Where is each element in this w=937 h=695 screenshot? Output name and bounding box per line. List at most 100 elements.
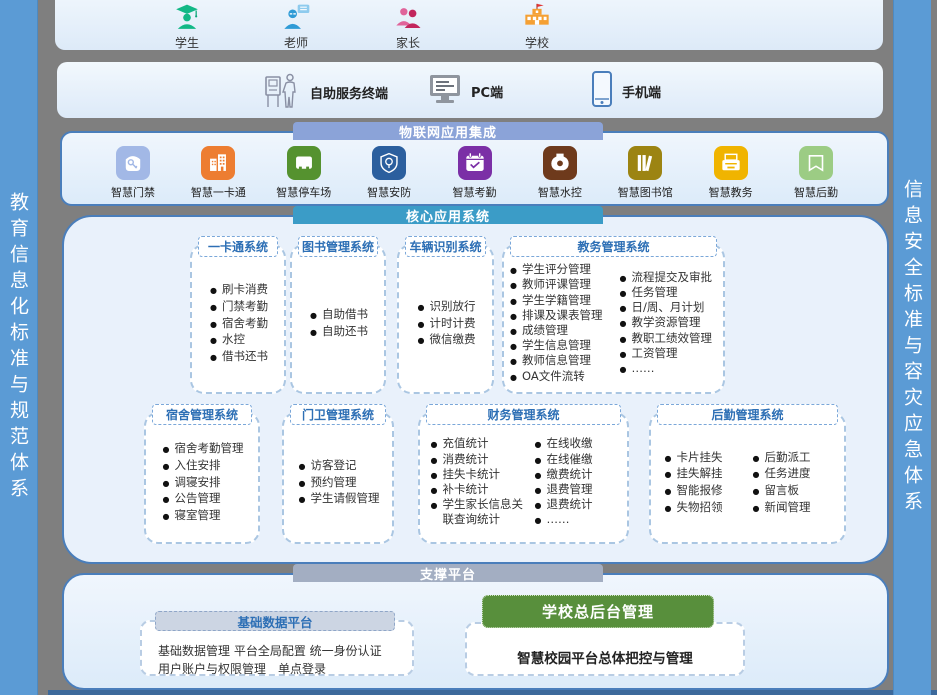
list-item: ●学生学籍管理 [508, 293, 612, 308]
base-data-platform-title: 基础数据平台 [155, 611, 395, 631]
list-item: ●调寝安排 [161, 474, 244, 491]
list-item: ●公告管理 [161, 490, 244, 507]
teacher-icon [251, 3, 341, 33]
list-item: ●学生评分管理 [508, 262, 612, 277]
list-item: ●消费统计 [429, 452, 527, 467]
iot-label: 智慧考勤 [434, 184, 516, 200]
shield-icon [372, 146, 406, 180]
books-icon [628, 146, 662, 180]
core-band: 一卡通系统 ●刷卡消费●门禁考勤●宿舍考勤●水控●借书还书 图书管理系统 ●自助… [62, 215, 889, 564]
system-finance: 财务管理系统 ●充值统计●消费统计●挂失卡统计●补卡统计●学生家长信息关联查询统… [418, 412, 629, 544]
list-item: ●任务进度 [751, 465, 833, 482]
building-icon [201, 146, 235, 180]
card-printer-icon [714, 146, 748, 180]
system-title: 门卫管理系统 [290, 404, 386, 425]
system-library: 图书管理系统 ●自助借书●自助还书 [290, 244, 386, 394]
iot-access-control: 智慧门禁 [92, 146, 174, 200]
list-item: ●后勤派工 [751, 449, 833, 466]
user-label: 老师 [251, 34, 341, 51]
list-item: ●宿舍考勤管理 [161, 440, 244, 457]
iot-label: 智慧后勤 [775, 184, 857, 200]
system-title: 后勤管理系统 [657, 404, 838, 425]
system-title: 财务管理系统 [426, 404, 621, 425]
list-item: ●OA文件流转 [508, 369, 612, 384]
terminal-label: 手机端 [622, 82, 661, 101]
list-item: ●在线催缴 [533, 452, 619, 467]
terminal-label: 自助服务终端 [310, 83, 388, 102]
terminal-label: PC端 [471, 82, 503, 101]
list-item: ●日/周、月计划 [618, 300, 720, 315]
list-item: ●教师评课管理 [508, 277, 612, 292]
system-title: 一卡通系统 [198, 236, 278, 257]
iot-label: 智慧停车场 [263, 184, 345, 200]
iot-label: 智慧一卡通 [177, 184, 259, 200]
list-item: ●退费统计 [533, 497, 619, 512]
iot-library: 智慧图书馆 [604, 146, 686, 200]
list-item: ●借书还书 [208, 348, 268, 365]
system-dorm: 宿舍管理系统 ●宿舍考勤管理●入住安排●调寝安排●公告管理●寝室管理 [144, 412, 260, 544]
system-title: 车辆识别系统 [405, 236, 486, 257]
user-label: 家长 [363, 34, 453, 51]
terminal-phone: 手机端 [590, 70, 661, 112]
smart-campus-architecture-diagram: 教育信息化标准与规范体系 信息安全标准与容灾应急体系 学生 [0, 0, 937, 695]
list-item: ●水控 [208, 331, 268, 348]
terminal-kiosk: 自助服务终端 [262, 69, 388, 115]
base-platform-line: 基础数据管理 平台全局配置 统一身份认证 [158, 642, 398, 660]
calendar-check-icon [458, 146, 492, 180]
list-item: ●充值统计 [429, 436, 527, 451]
users-band: 学生 老师 [55, 0, 883, 50]
user-parents: 家长 [363, 3, 453, 51]
parents-icon [363, 3, 453, 33]
list-item: ●在线收缴 [533, 436, 619, 451]
water-jar-icon [543, 146, 577, 180]
base-platform-line: 用户账户与权限管理 单点登录 [158, 660, 398, 678]
student-icon [142, 3, 232, 33]
list-item: ●宿舍考勤 [208, 315, 268, 332]
iot-academic: 智慧教务 [690, 146, 772, 200]
right-standard-bar: 信息安全标准与容灾应急体系 [893, 0, 931, 695]
system-academic: 教务管理系统 ●学生评分管理●教师评课管理●学生学籍管理●排课及课表管理●成绩管… [502, 244, 725, 394]
list-item: ●退费管理 [533, 482, 619, 497]
iot-icon-row: 智慧门禁 智慧一卡通 [92, 146, 857, 200]
list-item: ●教师信息管理 [508, 353, 612, 368]
terminals-band: 自助服务终端 PC端 [57, 62, 883, 118]
system-title: 宿舍管理系统 [152, 404, 252, 425]
terminal-pc: PC端 [427, 72, 503, 110]
system-gate: 门卫管理系统 ●访客登记●预约管理●学生请假管理 [282, 412, 394, 544]
list-item: ●识别放行 [416, 298, 476, 315]
user-label: 学校 [492, 34, 582, 51]
support-band: 基础数据平台 基础数据管理 平台全局配置 统一身份认证 用户账户与权限管理 单点… [62, 573, 889, 690]
kiosk-icon [262, 69, 302, 115]
list-item: ●计时计费 [416, 315, 476, 332]
iot-parking: 智慧停车场 [263, 146, 345, 200]
parking-card-icon [287, 146, 321, 180]
list-item: ●成绩管理 [508, 323, 612, 338]
system-logistics: 后勤管理系统 ●卡片挂失●挂失解挂●智能报修●失物招领 ●后勤派工●任务进度●留… [649, 412, 846, 544]
admin-box: 智慧校园平台总体把控与管理 [465, 622, 745, 676]
list-item: ●缴费统计 [533, 467, 619, 482]
core-banner: 核心应用系统 [293, 206, 603, 224]
list-item: ●寝室管理 [161, 507, 244, 524]
list-item: ●学生请假管理 [297, 490, 380, 507]
list-item: ●学生信息管理 [508, 338, 612, 353]
access-key-icon [116, 146, 150, 180]
user-label: 学生 [142, 34, 232, 51]
iot-label: 智慧教务 [690, 184, 772, 200]
iot-banner: 物联网应用集成 [293, 122, 603, 140]
list-item: ●教学资源管理 [618, 315, 720, 330]
iot-label: 智慧安防 [348, 184, 430, 200]
list-item: ●补卡统计 [429, 482, 527, 497]
bottom-divider [48, 690, 937, 695]
user-student: 学生 [142, 3, 232, 51]
list-item: ●自助还书 [308, 323, 368, 340]
list-item: ●微信缴费 [416, 331, 476, 348]
iot-security: 智慧安防 [348, 146, 430, 200]
user-teacher: 老师 [251, 3, 341, 51]
list-item: ●挂失卡统计 [429, 467, 527, 482]
right-standard-label: 信息安全标准与容灾应急体系 [899, 179, 926, 517]
list-item: ●留言板 [751, 482, 833, 499]
school-admin-banner: 学校总后台管理 [482, 595, 714, 628]
iot-logistics: 智慧后勤 [775, 146, 857, 200]
list-item: ●…… [618, 361, 720, 376]
system-onecard: 一卡通系统 ●刷卡消费●门禁考勤●宿舍考勤●水控●借书还书 [190, 244, 286, 394]
